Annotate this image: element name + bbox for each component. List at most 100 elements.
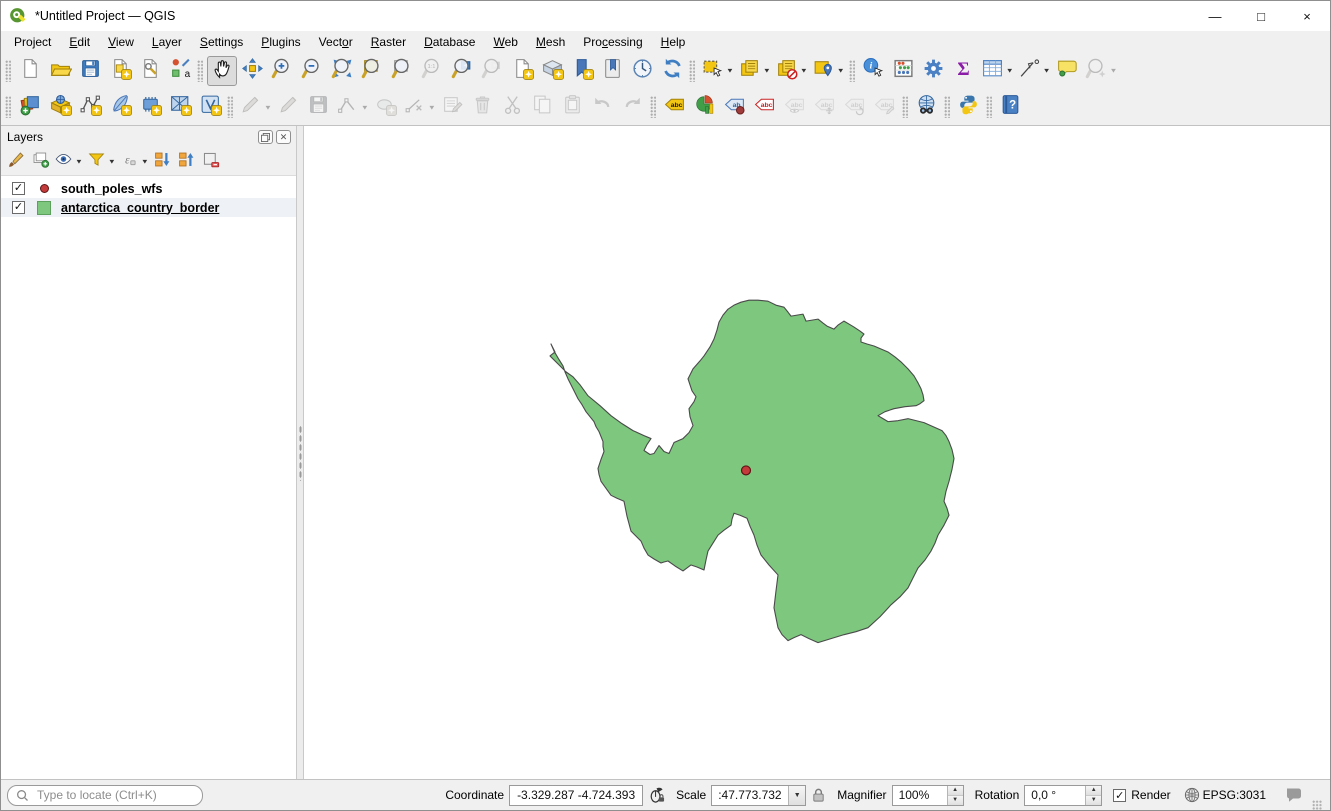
new-shapefile-button[interactable] xyxy=(75,92,105,122)
processing-toolbox-button[interactable] xyxy=(919,56,949,86)
spin-up-icon[interactable]: ▲ xyxy=(1086,786,1101,796)
map-tips-button[interactable] xyxy=(1053,56,1083,86)
new-temporary-scratch-button[interactable] xyxy=(135,92,165,122)
toolbar-handle[interactable] xyxy=(227,96,233,118)
new-spatialite-button[interactable] xyxy=(105,92,135,122)
spin-down-icon[interactable]: ▼ xyxy=(948,796,963,805)
data-source-manager-button[interactable] xyxy=(15,92,45,122)
toolbar-handle[interactable] xyxy=(849,60,855,82)
layer-labeling-button[interactable]: abc xyxy=(660,92,690,122)
chevron-down-icon[interactable]: ▼ xyxy=(141,158,149,165)
panel-float-icon[interactable] xyxy=(258,130,273,144)
add-group-button[interactable] xyxy=(28,150,52,174)
pan-to-selection-button[interactable] xyxy=(237,56,267,86)
chevron-down-icon[interactable]: ▼ xyxy=(108,158,116,165)
measure-line-button[interactable]: ▼ xyxy=(1016,56,1053,86)
layer-visibility-checkbox[interactable]: ✓ xyxy=(12,201,25,214)
zoom-to-selection-button[interactable] xyxy=(357,56,387,86)
resize-grip[interactable] xyxy=(1312,800,1322,810)
zoom-in-button[interactable] xyxy=(267,56,297,86)
open-project-button[interactable] xyxy=(45,56,75,86)
pan-map-button[interactable] xyxy=(207,56,237,86)
new-virtual-layer-button[interactable] xyxy=(195,92,225,122)
chevron-down-icon[interactable]: ▼ xyxy=(800,67,808,74)
menu-plugins[interactable]: Plugins xyxy=(252,33,309,51)
show-layout-manager-button[interactable] xyxy=(135,56,165,86)
show-spatial-bookmarks-button[interactable] xyxy=(597,56,627,86)
toolbar-handle[interactable] xyxy=(650,96,656,118)
menu-edit[interactable]: Edit xyxy=(60,33,99,51)
new-map-view-button[interactable] xyxy=(507,56,537,86)
chevron-down-icon[interactable]: ▼ xyxy=(1110,67,1118,74)
menu-project[interactable]: Project xyxy=(5,33,60,51)
toggle-extents-icon[interactable] xyxy=(648,786,665,804)
toolbar-handle[interactable] xyxy=(197,60,203,82)
style-manager-button[interactable]: a xyxy=(165,56,195,86)
chevron-down-icon[interactable]: ▼ xyxy=(837,67,845,74)
menu-processing[interactable]: Processing xyxy=(574,33,651,51)
chevron-down-icon[interactable]: ▼ xyxy=(1043,67,1051,74)
layer-visibility-checkbox[interactable]: ✓ xyxy=(12,182,25,195)
crs-status[interactable]: EPSG:3031 xyxy=(1184,787,1266,803)
panel-close-icon[interactable]: ✕ xyxy=(276,130,291,144)
new-geopackage-button[interactable] xyxy=(45,92,75,122)
filter-legend-button[interactable]: ▼ xyxy=(85,150,118,174)
map-canvas[interactable] xyxy=(304,126,1330,779)
remove-layer-button[interactable] xyxy=(199,150,223,174)
minimize-button[interactable]: — xyxy=(1192,1,1238,31)
temporal-controller-button[interactable] xyxy=(627,56,657,86)
spin-up-icon[interactable]: ▲ xyxy=(948,786,963,796)
expand-all-button[interactable] xyxy=(151,150,175,174)
zoom-to-layer-button[interactable] xyxy=(387,56,417,86)
toolbar-handle[interactable] xyxy=(944,96,950,118)
help-contents-button[interactable]: ? xyxy=(996,92,1026,122)
zoom-last-button[interactable] xyxy=(447,56,477,86)
chevron-down-icon[interactable]: ▼ xyxy=(428,103,436,110)
menu-vector[interactable]: Vector xyxy=(310,33,362,51)
render-checkbox[interactable]: ✓ Render xyxy=(1113,788,1170,802)
chevron-down-icon[interactable]: ▼ xyxy=(788,786,805,805)
metasearch-button[interactable] xyxy=(912,92,942,122)
layer-diagram-button[interactable] xyxy=(690,92,720,122)
chevron-down-icon[interactable]: ▼ xyxy=(726,67,734,74)
checkbox-icon[interactable]: ✓ xyxy=(1113,789,1126,802)
field-calculator-button[interactable] xyxy=(889,56,919,86)
locator-input[interactable] xyxy=(35,787,194,803)
menu-mesh[interactable]: Mesh xyxy=(527,33,574,51)
spin-down-icon[interactable]: ▼ xyxy=(1086,796,1101,805)
chevron-down-icon[interactable]: ▼ xyxy=(264,103,272,110)
chevron-down-icon[interactable]: ▼ xyxy=(763,67,771,74)
save-project-button[interactable] xyxy=(75,56,105,86)
chevron-down-icon[interactable]: ▼ xyxy=(361,103,369,110)
menu-layer[interactable]: Layer xyxy=(143,33,191,51)
new-3d-map-view-button[interactable] xyxy=(537,56,567,86)
python-console-button[interactable] xyxy=(954,92,984,122)
close-button[interactable]: × xyxy=(1284,1,1330,31)
layer-item-south_poles_wfs[interactable]: ✓south_poles_wfs xyxy=(1,179,296,198)
locator-search[interactable] xyxy=(7,785,203,806)
menu-settings[interactable]: Settings xyxy=(191,33,252,51)
select-by-location-button[interactable]: ▼ xyxy=(810,56,847,86)
new-mesh-button[interactable] xyxy=(165,92,195,122)
attribute-table-button[interactable]: ▼ xyxy=(979,56,1016,86)
maximize-button[interactable]: □ xyxy=(1238,1,1284,31)
pin-labels-button[interactable]: ab xyxy=(720,92,750,122)
new-spatial-bookmark-button[interactable] xyxy=(567,56,597,86)
zoom-out-button[interactable] xyxy=(297,56,327,86)
refresh-button[interactable] xyxy=(657,56,687,86)
menu-database[interactable]: Database xyxy=(415,33,484,51)
coordinate-display[interactable]: -3.329.287 -4.724.393 xyxy=(509,785,643,806)
toolbar-handle[interactable] xyxy=(689,60,695,82)
select-features-button[interactable]: ▼ xyxy=(699,56,736,86)
chevron-down-icon[interactable]: ▼ xyxy=(75,158,83,165)
highlight-labels-button[interactable]: abc xyxy=(750,92,780,122)
new-project-button[interactable] xyxy=(15,56,45,86)
zoom-full-button[interactable] xyxy=(327,56,357,86)
chevron-down-icon[interactable]: ▼ xyxy=(1006,67,1014,74)
panel-splitter[interactable] xyxy=(296,126,304,779)
messages-icon[interactable] xyxy=(1285,787,1303,803)
menu-view[interactable]: View xyxy=(99,33,143,51)
menu-web[interactable]: Web xyxy=(484,33,526,51)
layer-item-antarctica_country_border[interactable]: ✓antarctica_country_border xyxy=(1,198,296,217)
select-by-value-button[interactable]: ▼ xyxy=(736,56,773,86)
